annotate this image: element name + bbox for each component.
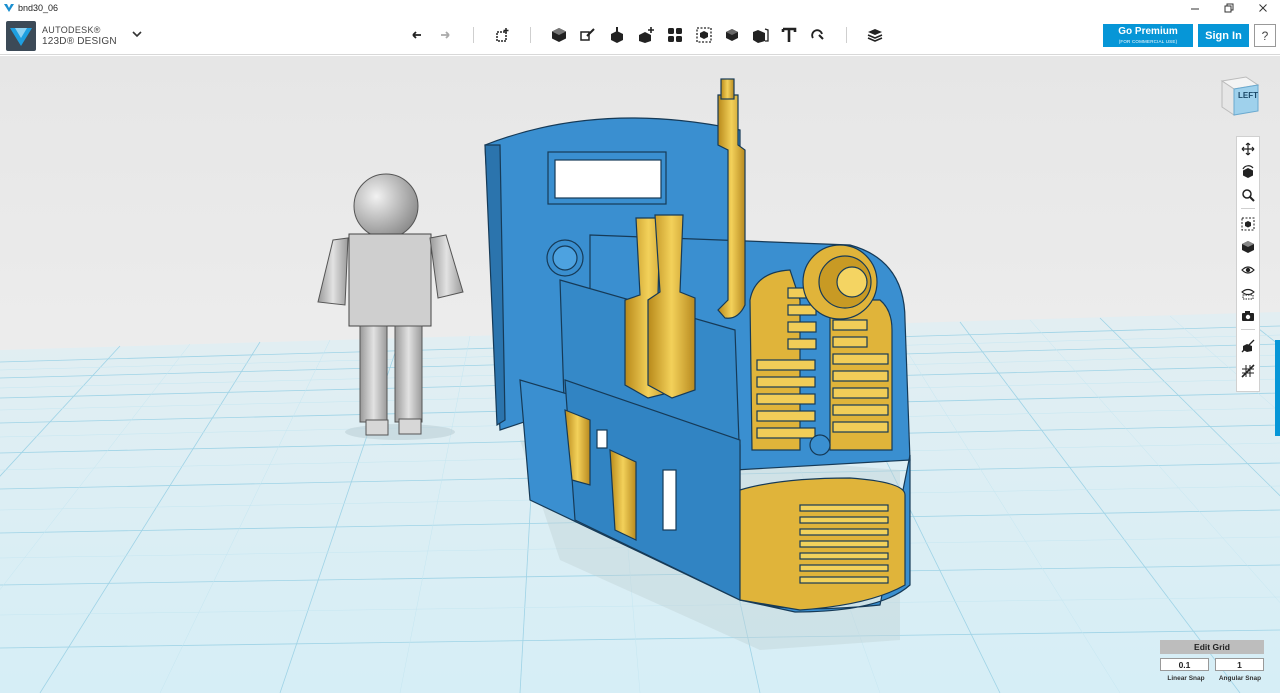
frame-slot-small — [596, 429, 608, 449]
maximize-icon[interactable] — [1212, 0, 1246, 15]
frame-slot — [662, 469, 677, 531]
sketch-icon[interactable] — [576, 23, 600, 47]
mannequin-right-leg — [394, 325, 423, 423]
mannequin-left-leg — [359, 325, 388, 423]
go-premium-sublabel: (FOR COMMERCIAL USE) — [1118, 39, 1178, 44]
primitives-icon[interactable] — [547, 23, 571, 47]
mannequin-head — [353, 173, 419, 239]
mannequin-left-foot — [365, 419, 389, 436]
app-window: bnd30_06 AUTODESK® 123D® DESIGN Go Premi… — [0, 0, 1280, 693]
angular-snap-input[interactable]: 1 — [1215, 658, 1264, 671]
help-button[interactable]: ? — [1254, 24, 1276, 47]
exhaust-cap — [720, 78, 735, 100]
view-cube[interactable]: LEFT — [1216, 73, 1264, 117]
transform-icon[interactable] — [490, 23, 514, 47]
app-triangle-icon — [4, 3, 14, 12]
fit-icon[interactable] — [1239, 215, 1257, 233]
text-icon[interactable] — [777, 23, 801, 47]
grid-panel: Edit Grid 0.1 1 Linear Snap Angular Snap — [1160, 640, 1264, 688]
construct-icon[interactable] — [605, 23, 629, 47]
angular-snap-label: Angular Snap — [1218, 675, 1262, 682]
window-controls — [1178, 0, 1280, 15]
mannequin-torso — [348, 233, 432, 327]
linear-snap-label: Linear Snap — [1167, 675, 1205, 682]
material-view-icon[interactable] — [1239, 284, 1257, 302]
material-icon[interactable] — [863, 23, 887, 47]
minimize-icon[interactable] — [1178, 0, 1212, 15]
headlight-lens — [836, 266, 868, 298]
pan-icon[interactable] — [1239, 140, 1257, 158]
cab-porthole-inner — [552, 245, 578, 271]
window-titlebar: bnd30_06 — [0, 0, 1280, 15]
3d-viewport[interactable] — [0, 56, 1280, 693]
scene-canvas[interactable] — [0, 56, 1280, 693]
grouping-icon[interactable] — [692, 23, 716, 47]
zoom-icon[interactable] — [1239, 186, 1257, 204]
redo-icon[interactable] — [433, 23, 457, 47]
modify-icon[interactable] — [634, 23, 658, 47]
nav-separator — [1241, 208, 1255, 209]
buffer-slats — [799, 504, 889, 584]
main-toolbar: AUTODESK® 123D® DESIGN Go Premium (FOR C… — [0, 15, 1280, 55]
edit-grid-button[interactable]: Edit Grid — [1160, 640, 1264, 654]
views-icon[interactable] — [1239, 238, 1257, 256]
go-premium-button[interactable]: Go Premium (FOR COMMERCIAL USE) — [1103, 24, 1193, 47]
tool-strip — [0, 23, 1280, 47]
window-title: bnd30_06 — [18, 2, 59, 13]
close-icon[interactable] — [1246, 0, 1280, 15]
cab-window — [554, 159, 662, 199]
grid-snap-icon[interactable] — [1239, 362, 1257, 380]
toolbar-separator — [530, 27, 531, 43]
solid-snap-icon[interactable] — [1239, 337, 1257, 355]
snap-icon[interactable] — [806, 23, 830, 47]
front-bolt — [809, 434, 831, 456]
sign-in-button[interactable]: Sign In — [1198, 24, 1249, 47]
screenshot-icon[interactable] — [1239, 307, 1257, 325]
linear-snap-input[interactable]: 0.1 — [1160, 658, 1209, 671]
measure-icon[interactable] — [748, 23, 772, 47]
mannequin-right-foot — [398, 418, 422, 435]
combine-icon[interactable] — [720, 23, 744, 47]
visibility-icon[interactable] — [1239, 261, 1257, 279]
go-premium-label: Go Premium — [1118, 26, 1178, 37]
navigation-bar — [1236, 136, 1260, 392]
pattern-icon[interactable] — [663, 23, 687, 47]
toolbar-separator — [846, 27, 847, 43]
orbit-icon[interactable] — [1239, 163, 1257, 181]
nav-separator — [1241, 329, 1255, 330]
side-panel-handle[interactable] — [1275, 340, 1280, 436]
toolbar-separator — [473, 27, 474, 43]
undo-icon[interactable] — [405, 23, 429, 47]
view-cube-face-label[interactable]: LEFT — [1238, 91, 1258, 100]
